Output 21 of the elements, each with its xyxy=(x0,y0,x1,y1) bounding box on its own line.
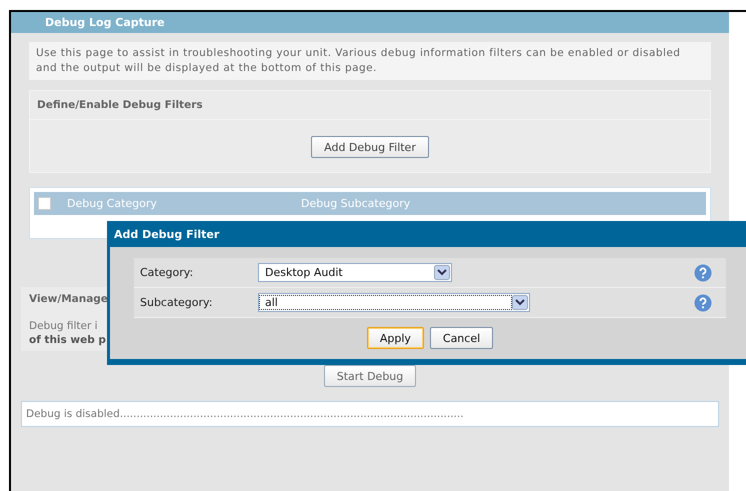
dialog-button[interactable]: Apply xyxy=(366,327,424,349)
log-output: Debug is disabled....................................................................................................... xyxy=(21,401,719,427)
start-debug-button[interactable]: Start Debug xyxy=(324,365,416,387)
dialog-button[interactable]: Cancel xyxy=(430,327,494,349)
intro-text: Use this page to assist in troubleshooting your unit. Various debug information filters can be enabled or disabled and the output will be displayed at the bottom of this page. xyxy=(29,42,711,80)
dialog-title: Add Debug Filter xyxy=(113,226,220,242)
column-header: Debug Category xyxy=(67,197,158,210)
description-text: of this web p xyxy=(29,333,106,347)
dropdown[interactable]: Desktop Audit xyxy=(258,263,452,282)
page-title: Debug Log Capture xyxy=(11,12,729,33)
help-icon[interactable] xyxy=(694,264,712,282)
section-title: Define/Enable Debug Filters xyxy=(30,91,710,120)
add-debug-filter-button[interactable]: Add Debug Filter xyxy=(311,136,429,158)
field-label: Subcategory: xyxy=(140,296,214,309)
column-header: Debug Subcategory xyxy=(301,197,412,210)
section-title: View/Manage xyxy=(29,293,108,305)
dropdown[interactable]: all xyxy=(258,293,530,312)
select-all-checkbox[interactable] xyxy=(38,197,51,210)
field-label: Category: xyxy=(140,266,194,279)
description-text: Debug filter i xyxy=(29,319,98,333)
help-icon[interactable] xyxy=(694,294,712,312)
